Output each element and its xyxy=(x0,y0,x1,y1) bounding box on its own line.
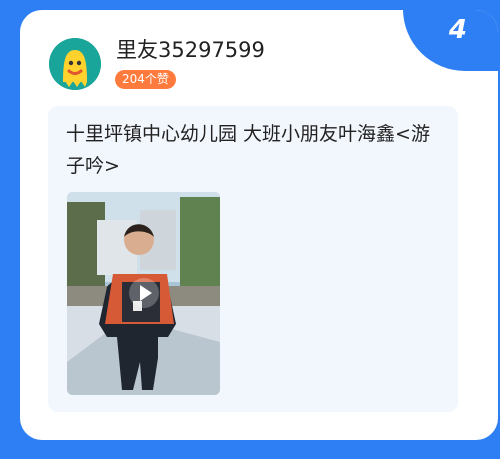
play-button[interactable] xyxy=(129,278,159,308)
video-thumbnail[interactable] xyxy=(67,192,220,395)
post-content[interactable]: 十里坪镇中心幼儿园 大班小朋友叶海鑫<游子吟> xyxy=(48,106,458,412)
avatar[interactable] xyxy=(49,38,101,90)
username[interactable]: 里友35297599 xyxy=(116,40,265,61)
yellow-monster-avatar-icon xyxy=(49,38,101,90)
post-title[interactable]: 十里坪镇中心幼儿园 大班小朋友叶海鑫<游子吟> xyxy=(66,118,438,182)
ranking-card: 4 里友35297599 204个赞 十里坪镇中心幼儿园 大班小朋友叶海鑫<游子… xyxy=(20,10,498,440)
rank-badge: 4 xyxy=(403,10,498,71)
rank-number: 4 xyxy=(448,15,467,45)
likes-badge: 204个赞 xyxy=(115,70,176,89)
play-icon xyxy=(140,285,152,301)
